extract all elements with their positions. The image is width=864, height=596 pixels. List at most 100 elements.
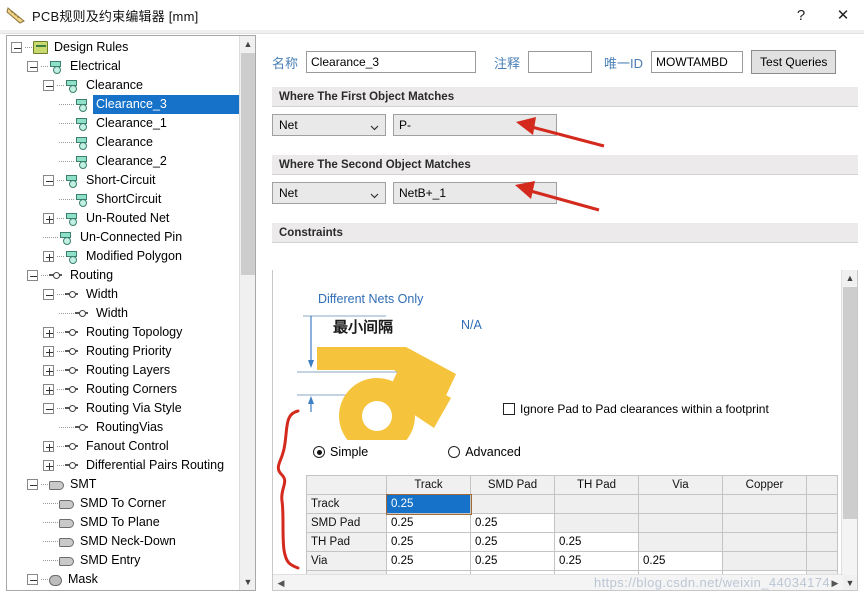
matrix-column-header[interactable]: Track	[386, 475, 471, 495]
tree-collapse-toggle[interactable]	[43, 80, 54, 91]
matrix-cell[interactable]: 0.25	[554, 551, 639, 571]
tree-item-electrical[interactable]: Electrical	[7, 57, 239, 76]
matrix-cell[interactable]: 0.25	[386, 513, 471, 533]
matrix-column-header[interactable]: Via	[638, 475, 723, 495]
matrix-cell[interactable]	[722, 494, 807, 514]
tree-expand-toggle[interactable]	[43, 365, 54, 376]
constraints-scroll-left-icon[interactable]: ◀	[273, 575, 289, 590]
second-object-scope-select[interactable]: Net	[272, 182, 386, 204]
simple-radio[interactable]	[313, 446, 325, 458]
tree-item-routing-priority[interactable]: Routing Priority	[7, 342, 239, 361]
tree-collapse-toggle[interactable]	[27, 574, 38, 585]
rule-name-input[interactable]	[306, 51, 477, 73]
matrix-cell[interactable]	[554, 513, 639, 533]
tree-item-width[interactable]: Width	[7, 304, 239, 323]
matrix-cell[interactable]	[722, 513, 807, 533]
close-button[interactable]: ✕	[822, 0, 864, 30]
matrix-cell[interactable]	[638, 513, 723, 533]
matrix-column-header[interactable]: SMD Pad	[470, 475, 555, 495]
matrix-cell-selected[interactable]: 0.25	[385, 493, 472, 515]
rule-comment-input[interactable]	[528, 51, 593, 73]
matrix-cell[interactable]: 0.25	[470, 532, 555, 552]
tree-item-routing-topology[interactable]: Routing Topology	[7, 323, 239, 342]
matrix-cell[interactable]: 0.25	[386, 532, 471, 552]
matrix-cell[interactable]	[805, 494, 839, 514]
tree-item-design-rules[interactable]: Design Rules	[7, 38, 239, 57]
matrix-cell[interactable]	[638, 532, 723, 552]
ignore-pad-to-pad-checkbox[interactable]	[503, 403, 515, 415]
tree-item-modified-polygon[interactable]: Modified Polygon	[7, 247, 239, 266]
matrix-cell[interactable]	[805, 532, 839, 552]
tree-expand-toggle[interactable]	[43, 213, 54, 224]
matrix-cell[interactable]: 0.25	[470, 551, 555, 571]
matrix-cell[interactable]: 0.25	[386, 551, 471, 571]
matrix-cell[interactable]	[470, 494, 555, 514]
matrix-cell[interactable]	[722, 532, 807, 552]
tree-item-shortcircuit[interactable]: ShortCircuit	[7, 190, 239, 209]
tree-collapse-toggle[interactable]	[43, 403, 54, 414]
tree-item-smd-to-corner[interactable]: SMD To Corner	[7, 494, 239, 513]
tree-item-routingvias[interactable]: RoutingVias	[7, 418, 239, 437]
matrix-column-header[interactable]	[805, 475, 839, 495]
matrix-cell[interactable]: 0.25	[470, 513, 555, 533]
tree-item-clearance-2[interactable]: Clearance_2	[7, 152, 239, 171]
tree-item-smd-neck-down[interactable]: SMD Neck-Down	[7, 532, 239, 551]
tree-scroll-up-icon[interactable]: ▲	[240, 36, 255, 52]
tree-expand-toggle[interactable]	[43, 460, 54, 471]
tree-expand-toggle[interactable]	[43, 346, 54, 357]
constraint-mode-group[interactable]: Simple Advanced	[313, 445, 521, 459]
matrix-cell[interactable]	[805, 513, 839, 533]
tree-collapse-toggle[interactable]	[11, 42, 22, 53]
test-queries-button[interactable]: Test Queries	[751, 50, 837, 74]
tree-item-smd-entry[interactable]: SMD Entry	[7, 551, 239, 570]
design-rules-tree-panel[interactable]: Design Rules Electrical Clearance Clearance…	[6, 35, 256, 591]
matrix-column-header[interactable]: Copper	[722, 475, 807, 495]
tree-collapse-toggle[interactable]	[43, 175, 54, 186]
tree-item-smd-to-plane[interactable]: SMD To Plane	[7, 513, 239, 532]
tree-item-clearance-1[interactable]: Clearance_1	[7, 114, 239, 133]
tree-collapse-toggle[interactable]	[43, 289, 54, 300]
tree-item-fanout-control[interactable]: Fanout Control	[7, 437, 239, 456]
matrix-row-header[interactable]: Via	[306, 551, 387, 571]
advanced-radio[interactable]	[448, 446, 461, 458]
tree-vertical-scrollbar[interactable]: ▲ ▼	[239, 36, 255, 590]
second-object-query-input[interactable]: NetB+_1	[393, 182, 557, 204]
tree-item-routing-corners[interactable]: Routing Corners	[7, 380, 239, 399]
tree-item-routing-layers[interactable]: Routing Layers	[7, 361, 239, 380]
tree-item-routing-via-style[interactable]: Routing Via Style	[7, 399, 239, 418]
matrix-cell[interactable]	[638, 494, 723, 514]
tree-item-smt[interactable]: SMT	[7, 475, 239, 494]
constraints-scroll-down-icon[interactable]: ▼	[842, 575, 857, 590]
tree-item-un-connected-pin[interactable]: Un-Connected Pin	[7, 228, 239, 247]
tree-expand-toggle[interactable]	[43, 384, 54, 395]
constraints-scroll-thumb[interactable]	[843, 287, 857, 519]
matrix-cell[interactable]	[554, 494, 639, 514]
tree-item-routing[interactable]: Routing	[7, 266, 239, 285]
tree-expand-toggle[interactable]	[43, 251, 54, 262]
first-object-query-input[interactable]: P-	[393, 114, 557, 136]
tree-item-un-routed-net[interactable]: Un-Routed Net	[7, 209, 239, 228]
unique-id-input[interactable]	[651, 51, 744, 73]
tree-collapse-toggle[interactable]	[27, 61, 38, 72]
matrix-cell[interactable]: 0.25	[638, 551, 723, 571]
tree-item-short-circuit[interactable]: Short-Circuit	[7, 171, 239, 190]
tree-expand-toggle[interactable]	[43, 441, 54, 452]
constraints-scroll-up-icon[interactable]: ▲	[842, 270, 857, 286]
tree-scroll-thumb[interactable]	[241, 53, 255, 275]
tree-item-width[interactable]: Width	[7, 285, 239, 304]
matrix-cell[interactable]: 0.25	[554, 532, 639, 552]
matrix-row-header[interactable]: TH Pad	[306, 532, 387, 552]
tree-collapse-toggle[interactable]	[27, 479, 38, 490]
matrix-cell[interactable]	[722, 551, 807, 571]
design-rules-tree[interactable]: Design Rules Electrical Clearance Clearance…	[7, 36, 253, 590]
tree-item-clearance[interactable]: Clearance	[7, 133, 239, 152]
tree-item-differential-pairs-routing[interactable]: Differential Pairs Routing	[7, 456, 239, 475]
matrix-row-header[interactable]: SMD Pad	[306, 513, 387, 533]
help-button[interactable]: ?	[780, 0, 822, 30]
tree-item-clearance[interactable]: Clearance	[7, 76, 239, 95]
matrix-column-header[interactable]: TH Pad	[554, 475, 639, 495]
constraints-vertical-scrollbar[interactable]: ▲ ▼	[841, 270, 857, 590]
matrix-row-header[interactable]: Track	[306, 494, 387, 514]
tree-item-solder-mask-expansion[interactable]: Solder Mask Expansion	[7, 589, 239, 590]
matrix-cell[interactable]	[805, 551, 839, 571]
